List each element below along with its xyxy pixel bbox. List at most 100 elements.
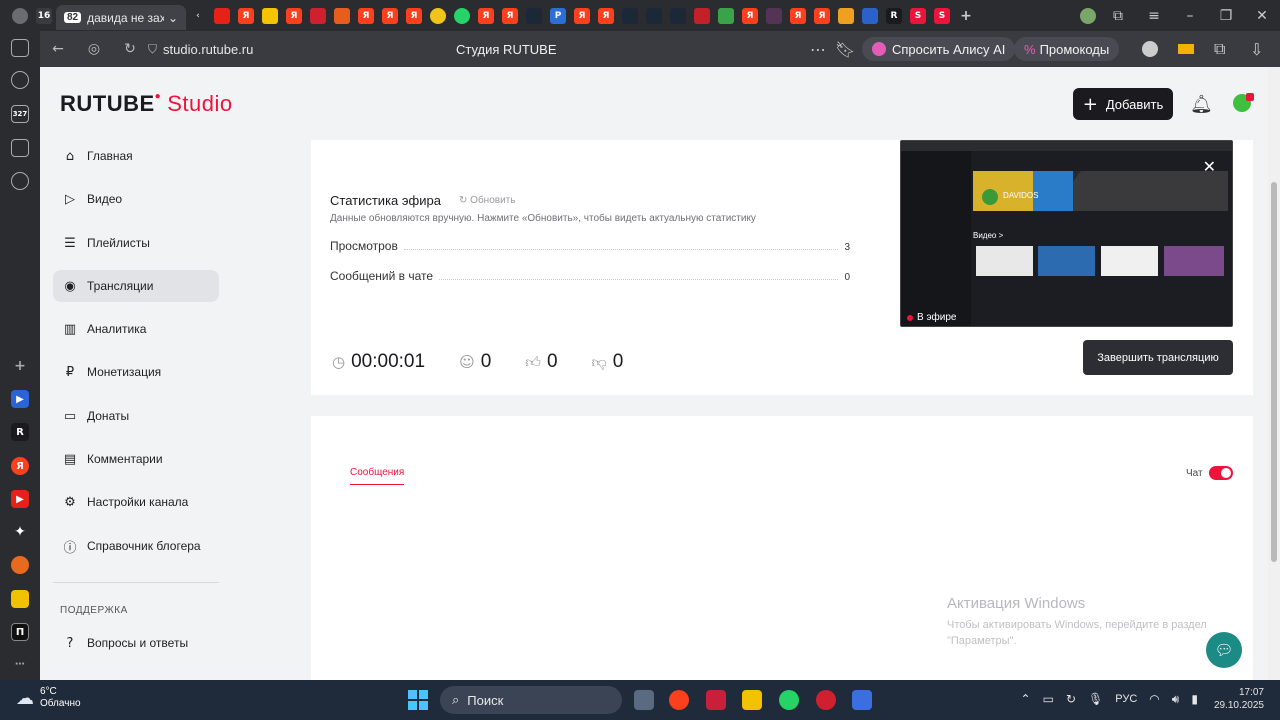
promo-button[interactable]: % Промокоды xyxy=(1014,37,1120,61)
tab-favicon-rutube[interactable]: R xyxy=(886,7,902,24)
app-icon-chart[interactable] xyxy=(706,690,726,710)
tab-favicon-yandex[interactable]: Я xyxy=(478,7,494,24)
sidebar-badge-327[interactable]: 327 xyxy=(11,105,29,123)
sidebar-item-donations[interactable]: ▭ Донаты xyxy=(53,400,219,432)
stream-preview[interactable]: DAVIDOS Видео > ✕ В эфире xyxy=(900,140,1233,327)
wifi-icon[interactable]: ◠ xyxy=(1149,692,1159,706)
file-explorer-icon[interactable] xyxy=(742,690,762,710)
tab-favicon-steam[interactable] xyxy=(622,7,638,24)
sidebar-item-analytics[interactable]: ▥ Аналитика xyxy=(53,313,219,345)
tab-favicon-studio[interactable]: S xyxy=(934,7,950,24)
sidebar-item-video[interactable]: ▷ Видео xyxy=(53,183,219,215)
tab-favicon-mail[interactable] xyxy=(838,7,854,24)
app-icon-red[interactable] xyxy=(816,690,836,710)
tray-sync-icon[interactable]: ↻ xyxy=(1066,692,1076,706)
page-scrollbar[interactable] xyxy=(1268,67,1280,680)
tab-favicon-orange[interactable] xyxy=(334,7,350,24)
sidebar-icon-2[interactable] xyxy=(11,71,29,89)
tab-favicon-studio[interactable]: S xyxy=(910,7,926,24)
notifications-bell-icon[interactable]: 🔔︎ xyxy=(1190,94,1213,115)
sidebar-item-playlists[interactable]: ☰ Плейлисты xyxy=(53,227,219,259)
active-browser-tab[interactable]: 82 давида не захади ⌄ xyxy=(56,5,186,30)
bookmark-icon[interactable]: 🔖︎ xyxy=(835,40,855,59)
weather-widget[interactable]: ☁ 6°C Облачно xyxy=(16,686,81,710)
downloads-icon[interactable]: ⇩ xyxy=(1250,40,1263,59)
close-window-icon[interactable]: ✕ xyxy=(1244,8,1280,24)
protect-icon[interactable]: ◎ xyxy=(76,41,112,57)
alice-ai-button[interactable]: Спросить Алису AI xyxy=(862,37,1016,61)
url-field[interactable]: studio.rutube.ru xyxy=(163,42,253,57)
profile-icon[interactable] xyxy=(1080,7,1096,24)
tab-favicon-yandex[interactable]: Я xyxy=(790,7,806,24)
sidebar-rutube-icon[interactable]: R xyxy=(11,423,29,441)
reload-icon[interactable]: ↻ xyxy=(112,41,148,57)
tab-favicon-whatsapp[interactable] xyxy=(454,7,470,24)
minimize-icon[interactable]: – xyxy=(1172,8,1208,24)
sidebar-item-channel-settings[interactable]: ⚙ Настройки канала xyxy=(53,486,219,518)
tab-favicon-red[interactable] xyxy=(310,7,326,24)
sidebar-dark-icon[interactable]: П xyxy=(11,623,29,641)
tab-scroll-left-icon[interactable]: ‹ xyxy=(190,8,206,24)
whatsapp-icon[interactable] xyxy=(779,690,799,710)
tab-favicon-pj[interactable]: P xyxy=(550,7,566,24)
taskbar-search[interactable]: ⌕ Поиск xyxy=(440,686,622,714)
sidebar-youtube-icon[interactable]: ▶ xyxy=(11,390,29,408)
collections-icon[interactable]: ⧉ xyxy=(1100,8,1136,24)
tab-favicon-steam[interactable] xyxy=(646,7,662,24)
restore-icon[interactable]: ❐ xyxy=(1208,8,1244,24)
tab-favicon-yandex[interactable]: Я xyxy=(574,7,590,24)
tab-favicon-yandex[interactable]: Я xyxy=(598,7,614,24)
tab-favicon-yandex[interactable]: Я xyxy=(358,7,374,24)
sidebar-item-blogger-guide[interactable]: ⓘ Справочник блогера xyxy=(53,530,219,562)
tab-favicon-yellow[interactable] xyxy=(262,7,278,24)
sidebar-item-comments[interactable]: ▤ Комментарии xyxy=(53,443,219,475)
tab-favicon-yandex[interactable]: Я xyxy=(742,7,758,24)
system-clock[interactable]: 17:07 29.10.2025 xyxy=(1214,686,1264,712)
sidebar-item-broadcasts[interactable]: ◉ Трансляции xyxy=(53,270,219,302)
start-button[interactable] xyxy=(408,690,428,710)
tray-chevron-icon[interactable]: ⌃ xyxy=(1021,692,1031,706)
sidebar-icon-1[interactable] xyxy=(11,39,29,57)
sidebar-icon-4[interactable] xyxy=(11,139,29,157)
chat-toggle[interactable] xyxy=(1209,466,1233,480)
back-icon[interactable]: ← xyxy=(40,41,76,57)
refresh-button[interactable]: ↻ Обновить xyxy=(459,195,515,206)
tab-favicon-dark[interactable] xyxy=(766,7,782,24)
keyboard-layout[interactable]: РУС xyxy=(1115,693,1137,705)
tray-app-icon[interactable]: ▭ xyxy=(1043,692,1054,706)
tab-favicon-yandex[interactable]: Я xyxy=(406,7,422,24)
rutube-studio-logo[interactable]: RUTUBE● Studio xyxy=(60,91,233,117)
tab-favicon-youtube[interactable] xyxy=(214,7,230,24)
tab-favicon-green[interactable] xyxy=(718,7,734,24)
site-info-icon[interactable]: ⛉ xyxy=(148,42,157,57)
extension-icon-1[interactable] xyxy=(1142,41,1158,57)
tab-favicon-blue[interactable] xyxy=(862,7,878,24)
tab-favicon-steam[interactable] xyxy=(526,7,542,24)
sidebar-orange-icon[interactable] xyxy=(11,556,29,574)
end-broadcast-button[interactable]: Завершить трансляцию xyxy=(1083,340,1233,375)
sidebar-item-monetization[interactable]: ₽ Монетизация xyxy=(53,356,219,388)
support-chat-button[interactable]: 💬︎ xyxy=(1206,632,1242,668)
task-view-icon[interactable] xyxy=(634,690,654,710)
close-preview-icon[interactable]: ✕ xyxy=(1203,157,1216,176)
battery-tray-icon[interactable]: ▮ xyxy=(1191,692,1198,706)
sidebar-add-icon[interactable]: + xyxy=(11,357,29,375)
scrollbar-thumb[interactable] xyxy=(1271,182,1277,562)
app-icon-blue[interactable] xyxy=(852,690,872,710)
microphone-icon[interactable]: 🎙︎ xyxy=(1088,692,1103,706)
tab-favicon-moon[interactable] xyxy=(430,7,446,24)
sidebar-yellow-icon[interactable] xyxy=(11,590,29,608)
yandex-browser-icon[interactable] xyxy=(669,690,689,710)
tab-dropdown-icon[interactable]: ⌄ xyxy=(168,11,178,25)
sidebar-item-faq[interactable]: ? Вопросы и ответы xyxy=(53,627,219,659)
more-icon[interactable]: ⋯ xyxy=(810,40,826,59)
sidebar-star-icon[interactable]: ✦ xyxy=(11,523,29,541)
tab-favicon-yandex[interactable]: Я xyxy=(238,7,254,24)
volume-icon[interactable]: 🔊︎ xyxy=(1172,692,1180,707)
sidebar-clock-icon[interactable] xyxy=(11,172,29,190)
sidebar-item-home[interactable]: ⌂ Главная xyxy=(53,140,219,172)
tab-favicon-yandex[interactable]: Я xyxy=(286,7,302,24)
sidebar-yandex-icon[interactable]: Я xyxy=(11,457,29,475)
tab-favicon-red[interactable] xyxy=(694,7,710,24)
tab-messages[interactable]: Сообщения xyxy=(350,467,405,485)
